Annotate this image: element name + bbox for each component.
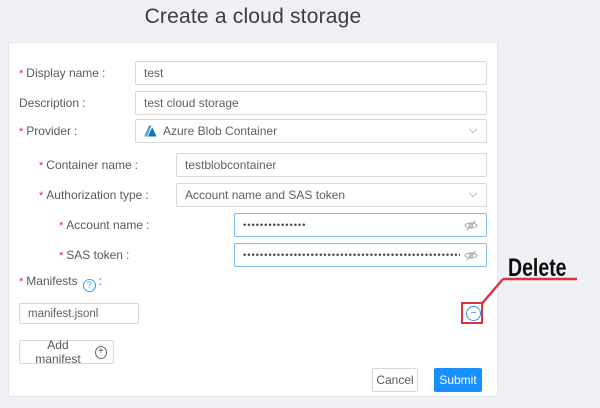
required-asterisk: * [39, 160, 43, 172]
account-name-masked-value: ••••••••••••••• [243, 220, 306, 231]
page-title: Create a cloud storage [8, 5, 498, 29]
required-asterisk: * [19, 276, 23, 288]
authorization-type-label: *Authorization type: [39, 183, 149, 207]
required-asterisk: * [19, 68, 23, 80]
delete-manifest-button[interactable]: − [466, 306, 481, 321]
required-asterisk: * [19, 126, 23, 138]
submit-button[interactable]: Submit [434, 368, 482, 392]
provider-label: *Provider: [19, 119, 77, 143]
account-name-input[interactable]: ••••••••••••••• [234, 213, 487, 237]
manifests-label: *Manifests?: [19, 269, 102, 293]
account-name-label: *Account name: [59, 213, 149, 237]
plus-circle-icon: + [95, 346, 107, 359]
help-icon[interactable]: ? [83, 279, 96, 292]
description-input[interactable] [135, 91, 487, 115]
form-card: *Display name: Description: *Provider: A… [8, 42, 498, 397]
provider-value: Azure Blob Container [163, 124, 277, 138]
delete-annotation-label: Delete [508, 254, 567, 283]
create-cloud-storage-page: { "title": "Create a cloud storage", "ma… [0, 0, 600, 408]
display-name-label: *Display name: [19, 61, 105, 85]
add-manifest-button[interactable]: Add manifest + [19, 340, 114, 364]
required-asterisk: * [59, 250, 63, 262]
sas-token-label: *SAS token: [59, 243, 129, 267]
authorization-type-select[interactable]: Account name and SAS token [176, 183, 487, 207]
manifest-input[interactable] [19, 303, 139, 324]
minus-circle-icon: − [470, 308, 476, 319]
provider-select[interactable]: Azure Blob Container [135, 119, 487, 143]
eye-invisible-icon[interactable] [464, 250, 478, 261]
cancel-button[interactable]: Cancel [372, 368, 418, 392]
container-name-label: *Container name: [39, 153, 138, 177]
description-label: Description: [19, 91, 85, 115]
authorization-type-value: Account name and SAS token [185, 188, 345, 202]
add-manifest-label: Add manifest [26, 338, 90, 366]
azure-icon [144, 125, 157, 137]
container-name-input[interactable] [176, 153, 487, 177]
sas-token-masked-value: ••••••••••••••••••••••••••••••••••••••••… [243, 250, 460, 261]
required-asterisk: * [39, 190, 43, 202]
chevron-down-icon [468, 192, 478, 198]
eye-invisible-icon[interactable] [464, 220, 478, 231]
sas-token-input[interactable]: ••••••••••••••••••••••••••••••••••••••••… [234, 243, 487, 267]
required-asterisk: * [59, 220, 63, 232]
display-name-input[interactable] [135, 61, 487, 85]
chevron-down-icon [468, 128, 478, 134]
